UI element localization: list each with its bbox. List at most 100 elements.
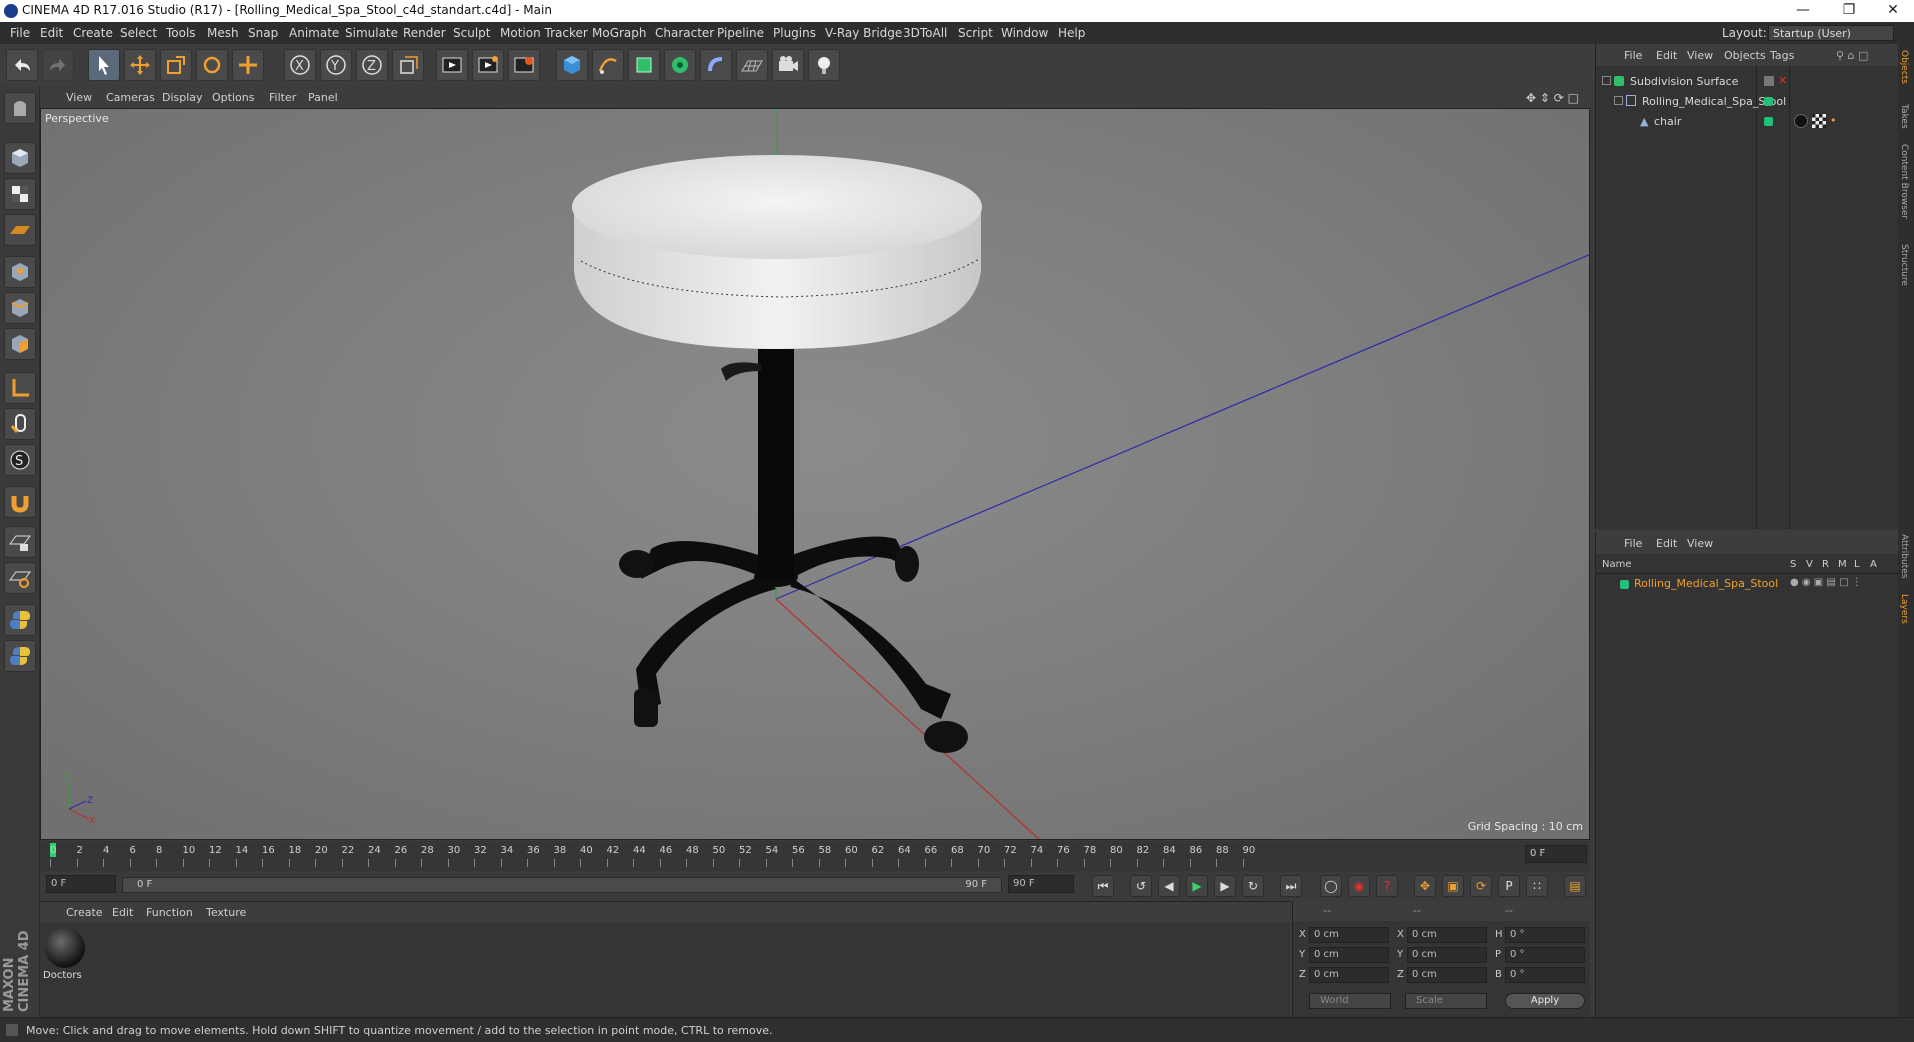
layer-color-icon[interactable] <box>1764 117 1773 126</box>
current-frame-field[interactable]: 0 F <box>1525 845 1587 863</box>
menu-tools[interactable]: Tools <box>166 26 196 40</box>
points-mode-button[interactable] <box>4 256 36 288</box>
menu-mesh[interactable]: Mesh <box>207 26 239 40</box>
tab-attributes[interactable]: Attributes <box>1899 534 1909 578</box>
rotate-tool-button[interactable] <box>196 49 228 81</box>
coord-value-field[interactable]: 0 cm <box>1407 927 1487 943</box>
material-swatch[interactable]: Doctors <box>43 928 87 986</box>
y-axis-lock-button[interactable]: Y <box>320 49 352 81</box>
key-rotation-button[interactable]: ⟳ <box>1470 875 1492 897</box>
key-scale-button[interactable]: ▣ <box>1442 875 1464 897</box>
object-menu-tags[interactable]: Tags <box>1770 49 1794 62</box>
material-menu-edit[interactable]: Edit <box>112 906 133 919</box>
autokey-button[interactable]: ? <box>1376 875 1398 897</box>
end-frame-field[interactable]: 90 F <box>1008 875 1074 893</box>
menu-render[interactable]: Render <box>403 26 446 40</box>
menu-window[interactable]: Window <box>1001 26 1048 40</box>
menu-create[interactable]: Create <box>73 26 113 40</box>
menu-simulate[interactable]: Simulate <box>345 26 398 40</box>
layer-color-icon[interactable] <box>1764 97 1773 106</box>
restore-icon[interactable]: ❐ <box>1826 0 1872 22</box>
menu-file[interactable]: File <box>10 26 30 40</box>
coord-value-field[interactable]: 0 ° <box>1505 927 1585 943</box>
object-row-stool[interactable]: Rolling_Medical_Spa_Stool <box>1596 94 1899 112</box>
make-editable-button[interactable] <box>4 92 36 124</box>
layer-header-view[interactable]: V <box>1806 559 1813 570</box>
object-disabled-icon[interactable]: ✕ <box>1778 74 1787 87</box>
phong-tag-icon[interactable]: • <box>1830 114 1837 127</box>
coord-value-field[interactable]: 0 cm <box>1309 947 1389 963</box>
redo-button[interactable] <box>42 49 74 81</box>
menu-edit[interactable]: Edit <box>40 26 63 40</box>
object-menu-edit[interactable]: Edit <box>1656 49 1677 62</box>
timeline-window-button[interactable]: ▤ <box>1564 875 1586 897</box>
coord-value-field[interactable]: 0 ° <box>1505 967 1585 983</box>
tab-content-browser[interactable]: Content Browser <box>1899 144 1909 219</box>
workplane-lock-button[interactable] <box>4 526 36 558</box>
record-button[interactable]: ◉ <box>1348 875 1370 897</box>
go-to-start-button[interactable]: ⏮ <box>1092 875 1114 897</box>
layer-row[interactable]: Rolling_Medical_Spa_Stool ● ◉ ▣ ▤ □ ⋮ <box>1596 576 1899 594</box>
tab-objects[interactable]: Objects <box>1899 50 1909 84</box>
coord-world-select[interactable]: World <box>1309 993 1391 1009</box>
deformer-button[interactable] <box>700 49 732 81</box>
menu-vray-bridge[interactable]: V-Ray Bridge <box>825 26 902 40</box>
layout-select[interactable]: Startup (User) <box>1768 25 1894 41</box>
x-axis-lock-button[interactable]: X <box>284 49 316 81</box>
material-tag-icon[interactable] <box>1794 114 1808 128</box>
go-to-end-button[interactable]: ⏭ <box>1280 875 1302 897</box>
menu-script[interactable]: Script <box>958 26 993 40</box>
menu-mograph[interactable]: MoGraph <box>592 26 647 40</box>
material-menu-texture[interactable]: Texture <box>206 906 246 919</box>
viewport-menu-view[interactable]: View <box>66 91 92 104</box>
python-script-button[interactable] <box>4 604 36 636</box>
viewport-menu-filter[interactable]: Filter <box>269 91 296 104</box>
object-search-icon[interactable]: ⚲ ⌂ □ <box>1836 49 1868 62</box>
tab-takes[interactable]: Takes <box>1899 104 1909 129</box>
viewport-navigation-icons[interactable]: ✥ ⇕ ⟳ □ <box>1526 91 1579 105</box>
start-frame-field[interactable]: 0 F <box>46 875 116 893</box>
menu-help[interactable]: Help <box>1058 26 1085 40</box>
menu-sculpt[interactable]: Sculpt <box>453 26 490 40</box>
layer-header-animation[interactable]: A <box>1870 559 1877 570</box>
next-frame-button[interactable]: ▶ <box>1214 875 1236 897</box>
array-cloner-button[interactable] <box>664 49 696 81</box>
coord-value-field[interactable]: 0 cm <box>1309 967 1389 983</box>
viewport-menu-options[interactable]: Options <box>212 91 254 104</box>
minimize-icon[interactable]: — <box>1780 0 1826 22</box>
workplane-align-button[interactable] <box>4 562 36 594</box>
close-icon[interactable]: ✕ <box>1870 0 1914 22</box>
menu-plugins[interactable]: Plugins <box>773 26 816 40</box>
tab-layers[interactable]: Layers <box>1899 594 1909 624</box>
coord-value-field[interactable]: 0 cm <box>1407 947 1487 963</box>
polygons-mode-button[interactable] <box>4 328 36 360</box>
layer-header-locked[interactable]: L <box>1854 559 1860 570</box>
3d-viewport[interactable]: Perspective Grid Spacing : 10 cm Y X Z <box>40 108 1590 840</box>
workplane-mode-button[interactable] <box>4 214 36 246</box>
coordinate-system-button[interactable] <box>392 49 424 81</box>
viewport-menu-cameras[interactable]: Cameras <box>106 91 155 104</box>
key-position-button[interactable]: ✥ <box>1414 875 1436 897</box>
object-check-icon[interactable] <box>1764 76 1774 86</box>
z-axis-lock-button[interactable]: Z <box>356 49 388 81</box>
render-view-button[interactable] <box>436 49 468 81</box>
material-menu-create[interactable]: Create <box>66 906 103 919</box>
object-row-subdivision[interactable]: Subdivision Surface ✕ <box>1596 74 1899 92</box>
light-button[interactable] <box>808 49 840 81</box>
layer-menu-edit[interactable]: Edit <box>1656 537 1677 550</box>
texture-mode-button[interactable] <box>4 178 36 210</box>
object-menu-view[interactable]: View <box>1687 49 1713 62</box>
floor-environment-button[interactable] <box>736 49 768 81</box>
coord-scale-select[interactable]: Scale <box>1405 993 1487 1009</box>
menu-3dtoall[interactable]: 3DToAll <box>903 26 947 40</box>
camera-button[interactable] <box>772 49 804 81</box>
collapse-icon[interactable] <box>1614 96 1623 105</box>
menu-snap[interactable]: Snap <box>248 26 278 40</box>
timeline-ruler[interactable]: 0 2 4 6 8 10 12 14 16 18 20 22 24 26 28 30 32 34 36 38 40 42 4… <box>40 841 1590 871</box>
texture-tag-icon[interactable] <box>1812 114 1826 128</box>
layer-header-render[interactable]: R <box>1822 559 1829 570</box>
edges-mode-button[interactable] <box>4 292 36 324</box>
object-row-chair[interactable]: ▲ chair • <box>1596 114 1899 132</box>
coord-value-field[interactable]: 0 ° <box>1505 947 1585 963</box>
scale-tool-button[interactable] <box>160 49 192 81</box>
